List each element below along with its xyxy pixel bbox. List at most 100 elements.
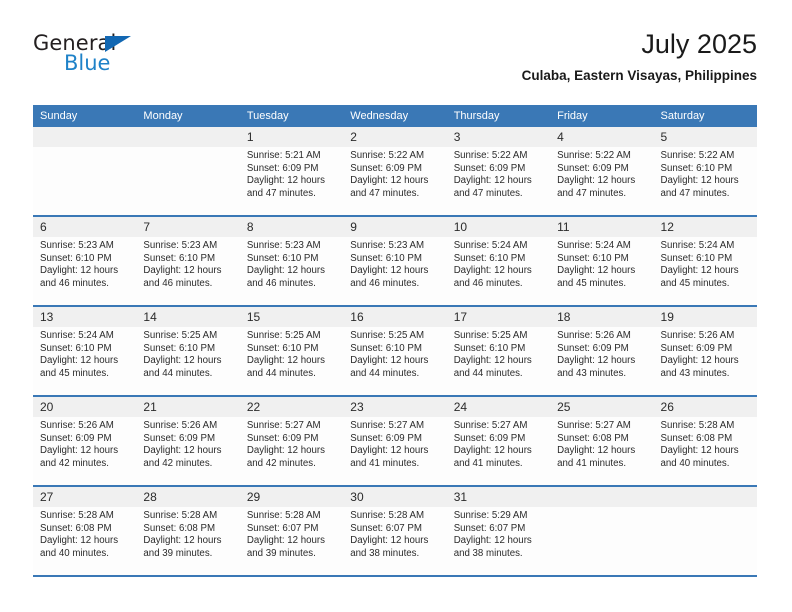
day-cell[interactable]: Sunrise: 5:23 AM Sunset: 6:10 PM Daylight:… [240,237,343,305]
sunset-text: Sunset: 6:10 PM [246,342,319,354]
sunset-text: Sunset: 6:09 PM [350,162,422,174]
calendar-week-row: 27 28 29 30 31 Sunrise: 5:28 AM Sunset: 6:08 P… [33,487,757,577]
day-cell[interactable]: Sunrise: 5:28 AM Sunset: 6:08 PM Daylight:… [33,507,136,575]
day-cell[interactable]: Sunrise: 5:28 AM Sunset: 6:07 PM Daylight:… [343,507,446,575]
day-cell[interactable]: Sunrise: 5:23 AM Sunset: 6:10 PM Daylight:… [136,237,239,305]
day-cell[interactable]: Sunrise: 5:23 AM Sunset: 6:10 PM Daylight:… [343,237,446,305]
daylight-text-line1: Daylight: 12 hours [246,265,325,277]
day-number[interactable]: 13 [33,307,136,327]
day-cell[interactable]: Sunrise: 5:24 AM Sunset: 6:10 PM Daylight:… [33,327,136,395]
weekday-header-wednesday: Wednesday [350,110,409,122]
day-cell[interactable]: Sunrise: 5:24 AM Sunset: 6:10 PM Daylight:… [654,237,757,305]
day-cell[interactable]: Sunrise: 5:25 AM Sunset: 6:10 PM Daylight:… [343,327,446,395]
day-number[interactable]: 14 [136,307,239,327]
daylight-text-line1: Daylight: 12 hours [350,175,429,187]
day-number[interactable]: 15 [240,307,343,327]
brand-logo[interactable]: General Blue [33,32,153,80]
day-number[interactable]: 29 [240,487,343,507]
day-cell[interactable]: Sunrise: 5:25 AM Sunset: 6:10 PM Daylight:… [447,327,550,395]
day-cell[interactable]: Sunrise: 5:21 AM Sunset: 6:09 PM Daylight:… [240,147,343,215]
day-cell[interactable]: Sunrise: 5:26 AM Sunset: 6:09 PM Daylight:… [136,417,239,485]
daylight-text-line2: and 44 minutes. [246,367,316,379]
day-number[interactable]: 24 [447,397,550,417]
day-number[interactable]: 17 [447,307,550,327]
day-number[interactable]: 30 [343,487,446,507]
day-number[interactable]: 31 [447,487,550,507]
day-cell[interactable]: Sunrise: 5:25 AM Sunset: 6:10 PM Daylight:… [240,327,343,395]
calendar-week-row: 6 7 8 9 10 11 12 Sunrise: 5:23 AM Sunset: 6:10 P… [33,217,757,307]
sunset-text: Sunset: 6:07 PM [246,522,319,534]
day-number[interactable]: 8 [240,217,343,237]
day-cell[interactable]: Sunrise: 5:22 AM Sunset: 6:09 PM Daylight:… [447,147,550,215]
day-cell[interactable]: Sunrise: 5:28 AM Sunset: 6:08 PM Daylight:… [136,507,239,575]
day-number[interactable]: 23 [343,397,446,417]
day-cell[interactable]: Sunrise: 5:24 AM Sunset: 6:10 PM Daylight:… [550,237,653,305]
sunrise-text: Sunrise: 5:25 AM [350,330,425,341]
day-cell[interactable]: Sunrise: 5:27 AM Sunset: 6:09 PM Daylight:… [240,417,343,485]
day-cell[interactable]: Sunrise: 5:24 AM Sunset: 6:10 PM Daylight:… [447,237,550,305]
day-number[interactable]: 1 [240,127,343,147]
day-cell[interactable]: Sunrise: 5:27 AM Sunset: 6:09 PM Daylight:… [343,417,446,485]
day-cell[interactable]: Sunrise: 5:27 AM Sunset: 6:08 PM Daylight:… [550,417,653,485]
day-cell[interactable]: Sunrise: 5:25 AM Sunset: 6:10 PM Daylight:… [136,327,239,395]
daylight-text-line2: and 47 minutes. [660,187,730,199]
daylight-text-line1: Daylight: 12 hours [557,265,636,277]
day-detail-row: Sunrise: 5:28 AM Sunset: 6:08 PM Daylight:… [33,507,757,575]
daylight-text-line1: Daylight: 12 hours [143,535,222,547]
day-number[interactable]: 6 [33,217,136,237]
sunset-text: Sunset: 6:09 PM [143,432,216,444]
day-number[interactable]: 10 [447,217,550,237]
sunrise-text: Sunrise: 5:22 AM [453,150,528,161]
day-cell[interactable]: Sunrise: 5:26 AM Sunset: 6:09 PM Daylight:… [654,327,757,395]
day-number-row: 13 14 15 16 17 18 19 [33,307,757,327]
day-number[interactable]: 16 [343,307,446,327]
daylight-text-line2: and 46 minutes. [40,277,109,289]
day-number[interactable]: 20 [33,397,136,417]
day-number[interactable]: 2 [343,127,446,147]
sunrise-text: Sunrise: 5:28 AM [143,510,218,521]
day-number[interactable]: 19 [654,307,757,327]
day-cell[interactable]: Sunrise: 5:27 AM Sunset: 6:09 PM Daylight:… [447,417,550,485]
sunset-text: Sunset: 6:10 PM [557,252,629,264]
day-number[interactable]: 21 [136,397,239,417]
day-cell[interactable]: Sunrise: 5:28 AM Sunset: 6:08 PM Daylight:… [654,417,757,485]
sunset-text: Sunset: 6:08 PM [143,522,216,534]
day-cell[interactable]: Sunrise: 5:22 AM Sunset: 6:09 PM Daylight:… [550,147,653,215]
sunset-text: Sunset: 6:09 PM [350,432,422,444]
day-number[interactable]: 5 [654,127,757,147]
daylight-text-line1: Daylight: 12 hours [660,355,739,367]
day-number[interactable]: 11 [550,217,653,237]
page-subtitle: Culaba, Eastern Visayas, Philippines [521,68,757,83]
day-number[interactable]: 18 [550,307,653,327]
sunrise-text: Sunrise: 5:25 AM [453,330,528,341]
daylight-text-line2: and 45 minutes. [557,277,627,289]
calendar-week-row: 13 14 15 16 17 18 19 Sunrise: 5:24 AM Sunset: 6:… [33,307,757,397]
day-number[interactable]: 3 [447,127,550,147]
day-number[interactable]: 22 [240,397,343,417]
sunset-text: Sunset: 6:09 PM [557,342,629,354]
day-number[interactable]: 4 [550,127,653,147]
brand-triangle-icon [105,36,131,52]
day-number[interactable]: 25 [550,397,653,417]
sunset-text: Sunset: 6:08 PM [557,432,629,444]
day-number[interactable]: 26 [654,397,757,417]
day-detail-row: Sunrise: 5:24 AM Sunset: 6:10 PM Daylight:… [33,327,757,395]
sunrise-text: Sunrise: 5:24 AM [557,240,631,251]
day-cell[interactable]: Sunrise: 5:22 AM Sunset: 6:09 PM Daylight:… [343,147,446,215]
page-title: July 2025 [641,29,757,59]
day-number[interactable]: 12 [654,217,757,237]
day-cell[interactable]: Sunrise: 5:23 AM Sunset: 6:10 PM Daylight:… [33,237,136,305]
day-cell[interactable]: Sunrise: 5:22 AM Sunset: 6:10 PM Daylight:… [654,147,757,215]
day-number[interactable]: 28 [136,487,239,507]
day-cell[interactable]: Sunrise: 5:28 AM Sunset: 6:07 PM Daylight:… [240,507,343,575]
sunrise-text: Sunrise: 5:28 AM [40,510,114,521]
day-number[interactable]: 27 [33,487,136,507]
day-cell[interactable]: Sunrise: 5:29 AM Sunset: 6:07 PM Daylight:… [447,507,550,575]
day-number[interactable]: 7 [136,217,239,237]
day-cell[interactable]: Sunrise: 5:26 AM Sunset: 6:09 PM Daylight:… [550,327,653,395]
sunrise-text: Sunrise: 5:26 AM [40,420,114,431]
sunset-text: Sunset: 6:10 PM [453,252,526,264]
day-number[interactable]: 9 [343,217,446,237]
day-cell[interactable]: Sunrise: 5:26 AM Sunset: 6:09 PM Daylight:… [33,417,136,485]
sunset-text: Sunset: 6:09 PM [246,162,319,174]
